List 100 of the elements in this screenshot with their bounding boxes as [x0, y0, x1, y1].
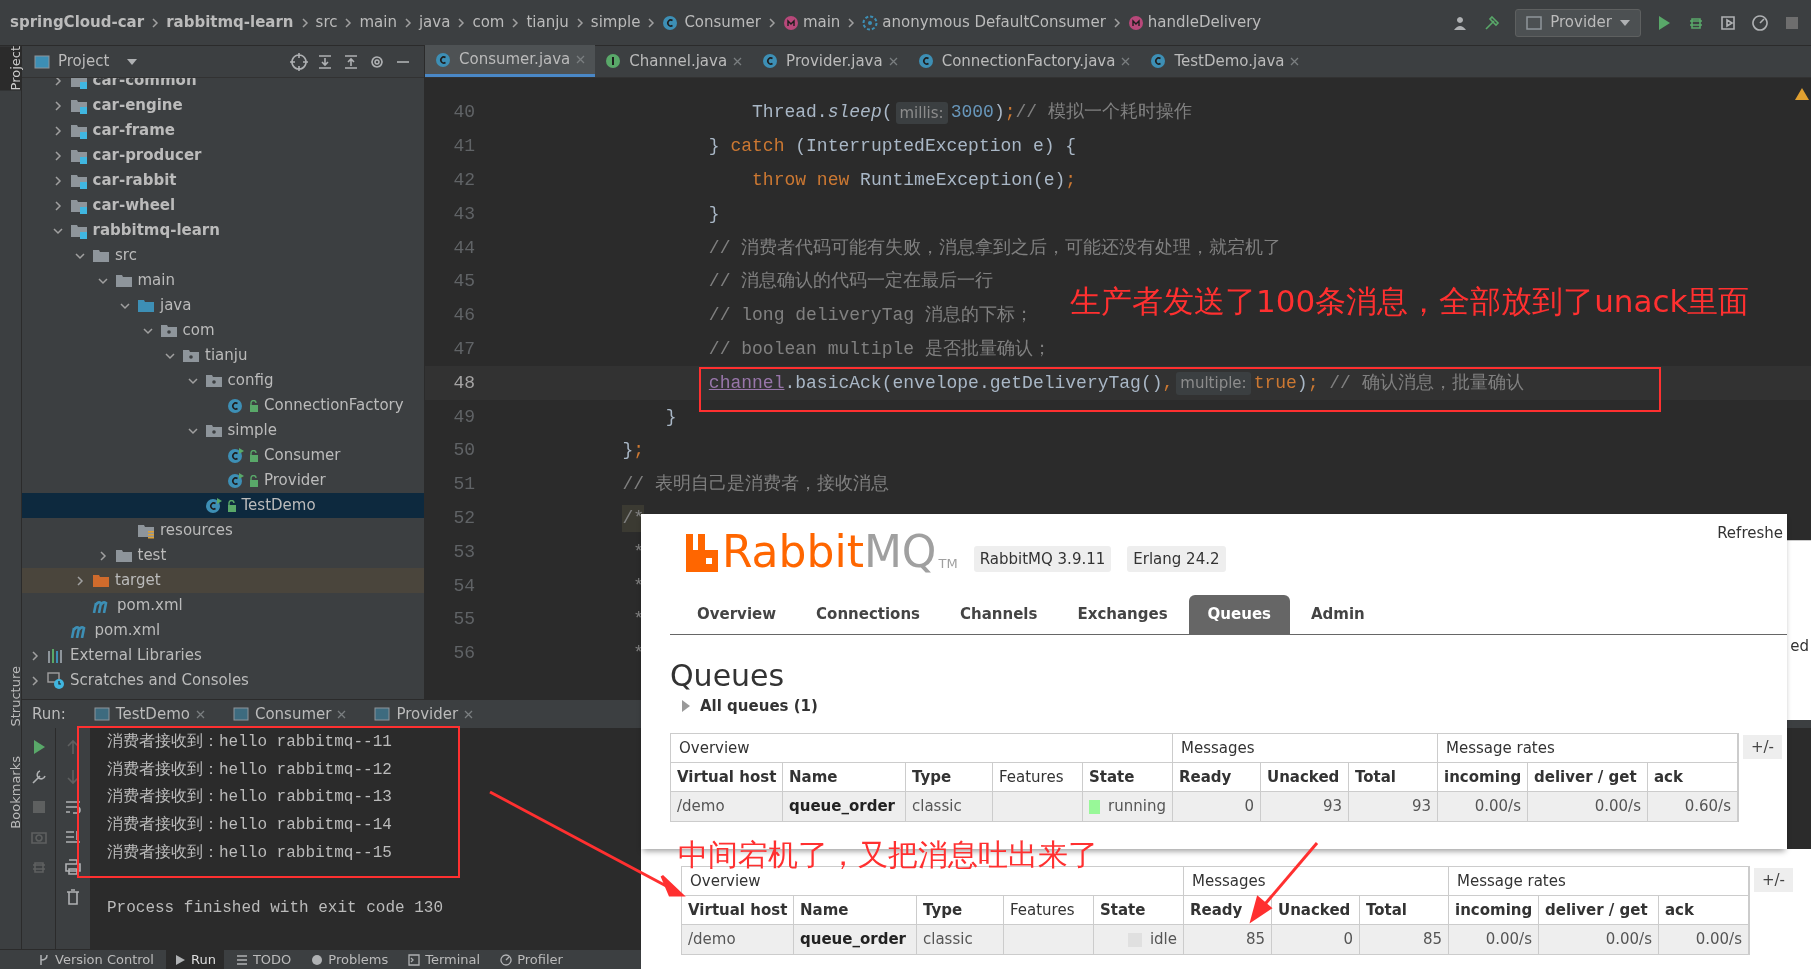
runnable-class-icon [204, 496, 223, 515]
nav-tab[interactable]: Exchanges [1058, 595, 1187, 634]
scroll-to-end-icon[interactable] [64, 828, 82, 846]
tree-item[interactable]: Provider [22, 468, 424, 493]
run-tab[interactable]: Provider [374, 702, 474, 726]
tool-window-tab[interactable]: Bookmarks [0, 756, 21, 829]
tree-item[interactable]: car-wheel [22, 193, 424, 218]
expand-all-icon[interactable] [316, 52, 334, 71]
editor-tab[interactable]: Provider.java [752, 45, 908, 77]
line-number: 49 [452, 405, 475, 429]
tree-item[interactable]: car-engine [22, 93, 424, 118]
breadcrumb-item[interactable]: handleDelivery [1127, 11, 1262, 34]
editor-tab[interactable]: Channel.java [595, 45, 753, 77]
trash-icon[interactable] [64, 888, 82, 906]
separator-icon [402, 17, 413, 28]
breadcrumb-item[interactable]: com [472, 11, 505, 34]
profile-icon[interactable] [1751, 13, 1769, 32]
close-icon[interactable] [337, 709, 347, 719]
code-token: // 模拟一个耗时操作 [1015, 101, 1192, 125]
tree-item[interactable]: car-frame [22, 118, 424, 143]
breadcrumb-item[interactable]: tianju [526, 11, 569, 34]
close-icon[interactable] [733, 56, 743, 66]
line-number: 53 [452, 540, 475, 564]
tree-item[interactable]: Scratches and Consoles [22, 668, 424, 693]
tree-item[interactable]: car-rabbit [22, 168, 424, 193]
editor-tab[interactable]: TestDemo.java [1140, 45, 1310, 77]
tool-window-tab[interactable]: Project [0, 46, 21, 91]
tree-item[interactable]: target [22, 568, 424, 593]
tree-item[interactable]: java [22, 293, 424, 318]
tool-window-button[interactable]: TODO [227, 949, 300, 969]
editor-tab[interactable]: ConnectionFactory.java [907, 45, 1141, 77]
tool-window-button[interactable]: Terminal [400, 949, 489, 969]
terminal-icon [408, 953, 421, 966]
tree-item[interactable]: config [22, 368, 424, 393]
collapse-all-icon[interactable] [342, 52, 360, 71]
columns-toggle-button[interactable]: +/- [1743, 735, 1783, 759]
chevron-icon [187, 375, 198, 386]
breadcrumb-item[interactable]: rabbitmq-learn [166, 11, 294, 34]
locate-icon[interactable] [290, 52, 308, 71]
close-icon[interactable] [1121, 56, 1131, 66]
breadcrumb-item[interactable]: src [315, 11, 338, 34]
tree-item[interactable]: test [22, 543, 424, 568]
chevron-icon [187, 425, 198, 436]
editor-tab[interactable]: Consumer.java [425, 45, 596, 77]
breadcrumb-item[interactable]: springCloud-car [10, 11, 145, 34]
module-folder-icon [69, 222, 88, 239]
tree-item[interactable]: car-producer [22, 143, 424, 168]
tree-item[interactable]: main [22, 268, 424, 293]
hammer-icon[interactable] [1483, 13, 1502, 32]
tree-item[interactable]: pom.xml [22, 593, 424, 618]
lock-icon [249, 399, 259, 412]
tree-item[interactable]: tianju [22, 343, 424, 368]
soft-wrap-icon[interactable] [64, 798, 82, 816]
nav-tab[interactable]: Overview [678, 595, 796, 634]
nav-tab[interactable]: Connections [797, 595, 940, 634]
close-icon[interactable] [888, 56, 898, 66]
breadcrumb-item[interactable]: anonymous DefaultConsumer [862, 11, 1106, 34]
line-number: 42 [452, 169, 475, 192]
nav-tab[interactable]: Admin [1292, 595, 1384, 634]
panel-title[interactable]: Project [58, 50, 110, 73]
run-tab[interactable]: TestDemo [93, 702, 205, 726]
table-cell: 0.00/s [1528, 792, 1648, 821]
tree-item[interactable]: simple [22, 418, 424, 443]
tool-window-button[interactable]: Run [165, 949, 224, 969]
annotation-text: 中间宕机了，又把消息吐出来了 [678, 840, 1098, 870]
close-icon[interactable] [576, 55, 586, 64]
tool-window-tab[interactable]: Structure [0, 665, 21, 727]
close-icon[interactable] [195, 709, 205, 719]
breadcrumb-item[interactable]: java [418, 11, 451, 34]
section-toggle[interactable]: All queues (1) [682, 694, 1787, 717]
breadcrumb-item[interactable]: main [359, 11, 397, 34]
tree-item[interactable]: TestDemo [22, 493, 424, 518]
nav-tab[interactable]: Queues [1188, 595, 1290, 634]
print-icon[interactable] [64, 858, 82, 876]
breadcrumb-item[interactable]: Consumer [662, 11, 761, 34]
separator-icon [1111, 17, 1122, 28]
caret-icon[interactable] [127, 58, 138, 65]
breadcrumb-item[interactable]: simple [590, 11, 641, 34]
code-token: true [1253, 371, 1297, 395]
tool-window-button[interactable]: Profiler [492, 949, 571, 969]
tree-item[interactable]: Consumer [22, 443, 424, 468]
coverage-icon[interactable] [1719, 13, 1737, 32]
run-tab[interactable]: Consumer [232, 702, 347, 726]
tree-item[interactable]: resources [22, 518, 424, 543]
breadcrumb-item[interactable]: main [782, 11, 841, 34]
tree-item[interactable]: rabbitmq-learn [22, 218, 424, 243]
tree-item[interactable]: ConnectionFactory [22, 393, 424, 418]
close-icon[interactable] [1290, 56, 1300, 66]
todo-icon [235, 953, 248, 966]
tree-item[interactable]: com [22, 318, 424, 343]
tree-item[interactable]: src [22, 243, 424, 268]
tool-window-button[interactable]: Problems [303, 949, 397, 969]
run-configuration-dropdown[interactable]: Provider [1515, 8, 1641, 37]
close-icon[interactable] [464, 709, 474, 719]
nav-tab[interactable]: Channels [941, 595, 1057, 634]
columns-toggle-button[interactable]: +/- [1754, 868, 1794, 892]
code-token: // long deliveryTag 消息的下标； [708, 304, 1033, 328]
tree-item[interactable]: External Libraries [22, 643, 424, 668]
tool-window-button[interactable]: Version Control [30, 949, 162, 969]
tree-item[interactable]: pom.xml [22, 618, 424, 643]
